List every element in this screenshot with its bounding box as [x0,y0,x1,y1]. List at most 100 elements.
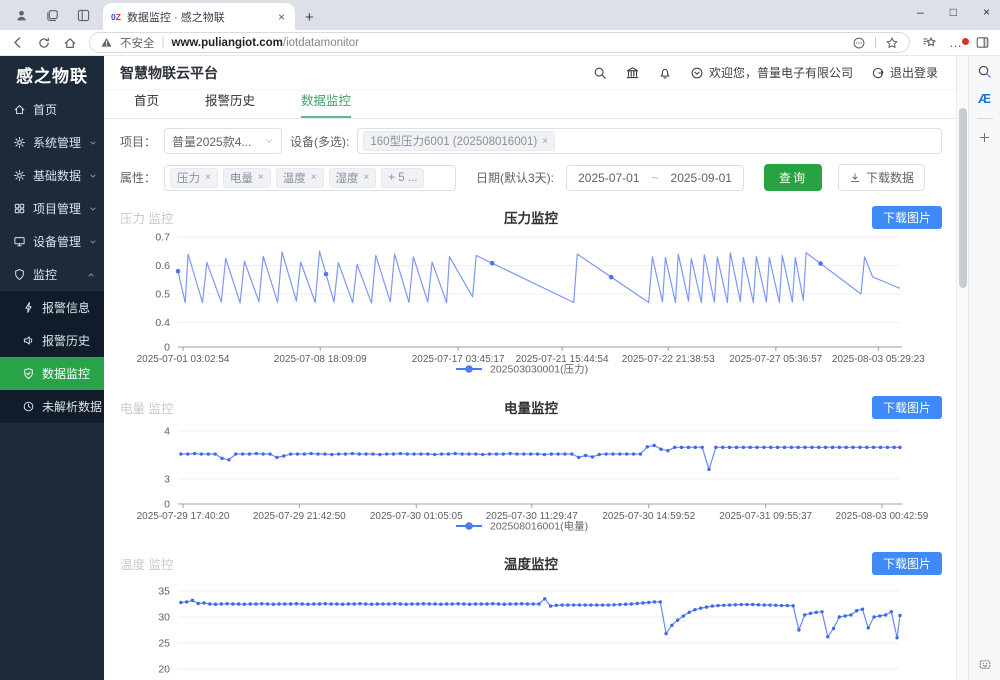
svg-text:30: 30 [158,612,170,624]
sidebar-item-label: 系统管理 [33,134,81,151]
pressure-chart: 0.70.60.50.402025-07-01 03:02:542025-07-… [120,229,942,379]
tag-close-icon[interactable]: × [364,172,370,183]
translate-icon[interactable] [852,36,866,50]
tab-title: 数据监控 · 感之物联 [127,9,270,25]
favorite-star-icon[interactable] [885,36,899,50]
device-tag: 160型压力6001 (202508016001)× [363,131,555,151]
user-menu[interactable]: 欢迎您，普量电子有限公司 [690,64,853,81]
page-tab-item[interactable]: 报警历史 [205,90,255,118]
temperature-download-image-button[interactable]: 下载图片 [872,552,942,575]
battery-download-image-button[interactable]: 下载图片 [872,396,942,419]
address-bar[interactable]: 不安全 | www.puliangiot.com/iotdatamonitor … [89,32,910,53]
sidebar-item-home[interactable]: 首页 [0,93,104,126]
date-range-input[interactable]: 2025-07-01 ~ 2025-09-01 [566,165,744,191]
temperature-chart: 35302520 [120,583,942,680]
project-label: 项目： [120,133,156,150]
sidebar-item-gear[interactable]: 系统管理 [0,126,104,159]
sidebar-item-grid[interactable]: 项目管理 [0,192,104,225]
logout-icon [871,66,885,80]
svg-text:2025-07-08 18:09:09: 2025-07-08 18:09:09 [274,354,367,365]
svg-text:0: 0 [164,342,170,354]
rail-search-icon[interactable] [977,64,992,79]
fullscreen-icon[interactable] [625,65,640,80]
back-button[interactable] [10,35,25,50]
bolt-icon [22,301,35,314]
window-minimize-button[interactable]: – [917,5,924,19]
svg-text:2025-08-03 05:29:23: 2025-08-03 05:29:23 [832,354,925,365]
scrollbar-thumb[interactable] [959,108,967,288]
chevron-up-icon [86,270,96,280]
svg-text:2025-08-03 00:42:59: 2025-08-03 00:42:59 [836,511,929,522]
refresh-button[interactable] [37,36,51,50]
grid-icon [13,202,26,215]
svg-text:2025-07-30 01:05:05: 2025-07-30 01:05:05 [370,511,463,522]
svg-text:0.4: 0.4 [155,317,170,329]
window-close-button[interactable]: × [983,5,990,19]
project-select[interactable]: 普量2025款4... [164,128,282,154]
page-url: www.puliangiot.com/iotdatamonitor [172,37,359,49]
svg-text:0: 0 [164,499,170,511]
browser-tabstrip: 0Z 数据监控 · 感之物联 × + – □ × [0,0,1000,30]
window-maximize-button[interactable]: □ [950,5,957,19]
svg-text:2025-07-22 21:38:53: 2025-07-22 21:38:53 [622,354,715,365]
page-tab-active[interactable]: 数据监控 [301,90,351,118]
tag-close-icon[interactable]: × [542,136,548,147]
pressure-chart-title: 压力监控 [504,207,558,227]
sidebar-subitem-label: 报警历史 [42,332,90,349]
svg-text:35: 35 [158,586,170,598]
browser-profile-icon[interactable] [14,8,29,23]
tag-close-icon[interactable]: × [258,172,264,183]
pressure-download-image-button[interactable]: 下载图片 [872,206,942,229]
sidebar-item-monitor[interactable]: 设备管理 [0,225,104,258]
attribute-more-tag[interactable]: + 5 ... [381,168,424,188]
tab-actions-icon[interactable] [76,8,91,23]
page-tab-item[interactable]: 首页 [134,90,159,118]
browser-home-button[interactable] [63,36,77,50]
monitor-icon [13,235,26,248]
sidebar-subitem-horn[interactable]: 报警历史 [0,324,104,357]
collections-icon[interactable] [922,35,937,50]
sidebar-submenu: 报警信息报警历史数据监控未解析数据 [0,291,104,423]
split-screen-icon[interactable] [975,35,990,50]
chevron-down-icon [88,237,98,247]
date-start: 2025-07-01 [578,171,639,185]
sidebar-subitem-bolt[interactable]: 报警信息 [0,291,104,324]
rail-add-icon[interactable] [978,131,991,144]
device-multiselect[interactable]: 160型压力6001 (202508016001)× [357,128,942,154]
chevron-down-icon [264,136,274,146]
shieldcheck-icon [22,367,35,380]
pressure-legend-label: 202503030001(压力) [490,363,588,376]
browser-menu-icon[interactable]: … [949,35,963,50]
not-secure-icon[interactable] [100,36,113,49]
logout-button[interactable]: 退出登录 [871,64,938,81]
tab-close-icon[interactable]: × [276,10,287,24]
svg-text:20: 20 [158,664,170,676]
notifications-bell-icon[interactable] [658,66,672,80]
copilot-icon[interactable]: Æ [978,91,991,106]
sidebar-item-label: 项目管理 [33,200,81,217]
home-icon [13,103,26,116]
attribute-multiselect[interactable]: 压力×电量×温度×湿度×+ 5 ... [164,165,456,191]
pressure-section-header: 压力 监控压力监控下载图片 [120,205,942,229]
workspaces-icon[interactable] [45,8,60,23]
tag-close-icon[interactable]: × [205,172,211,183]
tag-close-icon[interactable]: × [311,172,317,183]
battery-chart-title: 电量监控 [504,397,558,417]
battery-section-header: 电量 监控电量监控下载图片 [120,395,942,419]
header-search-icon[interactable] [593,66,607,80]
app-sidebar: 感之物联 首页系统管理基础数据项目管理设备管理监控报警信息报警历史数据监控未解析… [0,56,104,680]
ime-hidden-icons[interactable] [978,658,992,671]
download-icon [849,172,861,184]
query-button[interactable]: 查询 [764,164,822,191]
sidebar-item-gear[interactable]: 基础数据 [0,159,104,192]
new-tab-button[interactable]: + [305,9,314,26]
sidebar-item-pin[interactable]: 监控 [0,258,104,291]
download-data-button[interactable]: 下载数据 [838,164,925,191]
browser-tab[interactable]: 0Z 数据监控 · 感之物联 × [103,3,295,30]
sidebar-subitem-clockq[interactable]: 未解析数据 [0,390,104,423]
page-scrollbar[interactable] [956,56,968,680]
sidebar-subitem-shieldcheck[interactable]: 数据监控 [0,357,104,390]
edge-sidebar-rail: Æ [968,56,1000,680]
svg-text:4: 4 [164,426,170,438]
chevron-down-icon [88,204,98,214]
